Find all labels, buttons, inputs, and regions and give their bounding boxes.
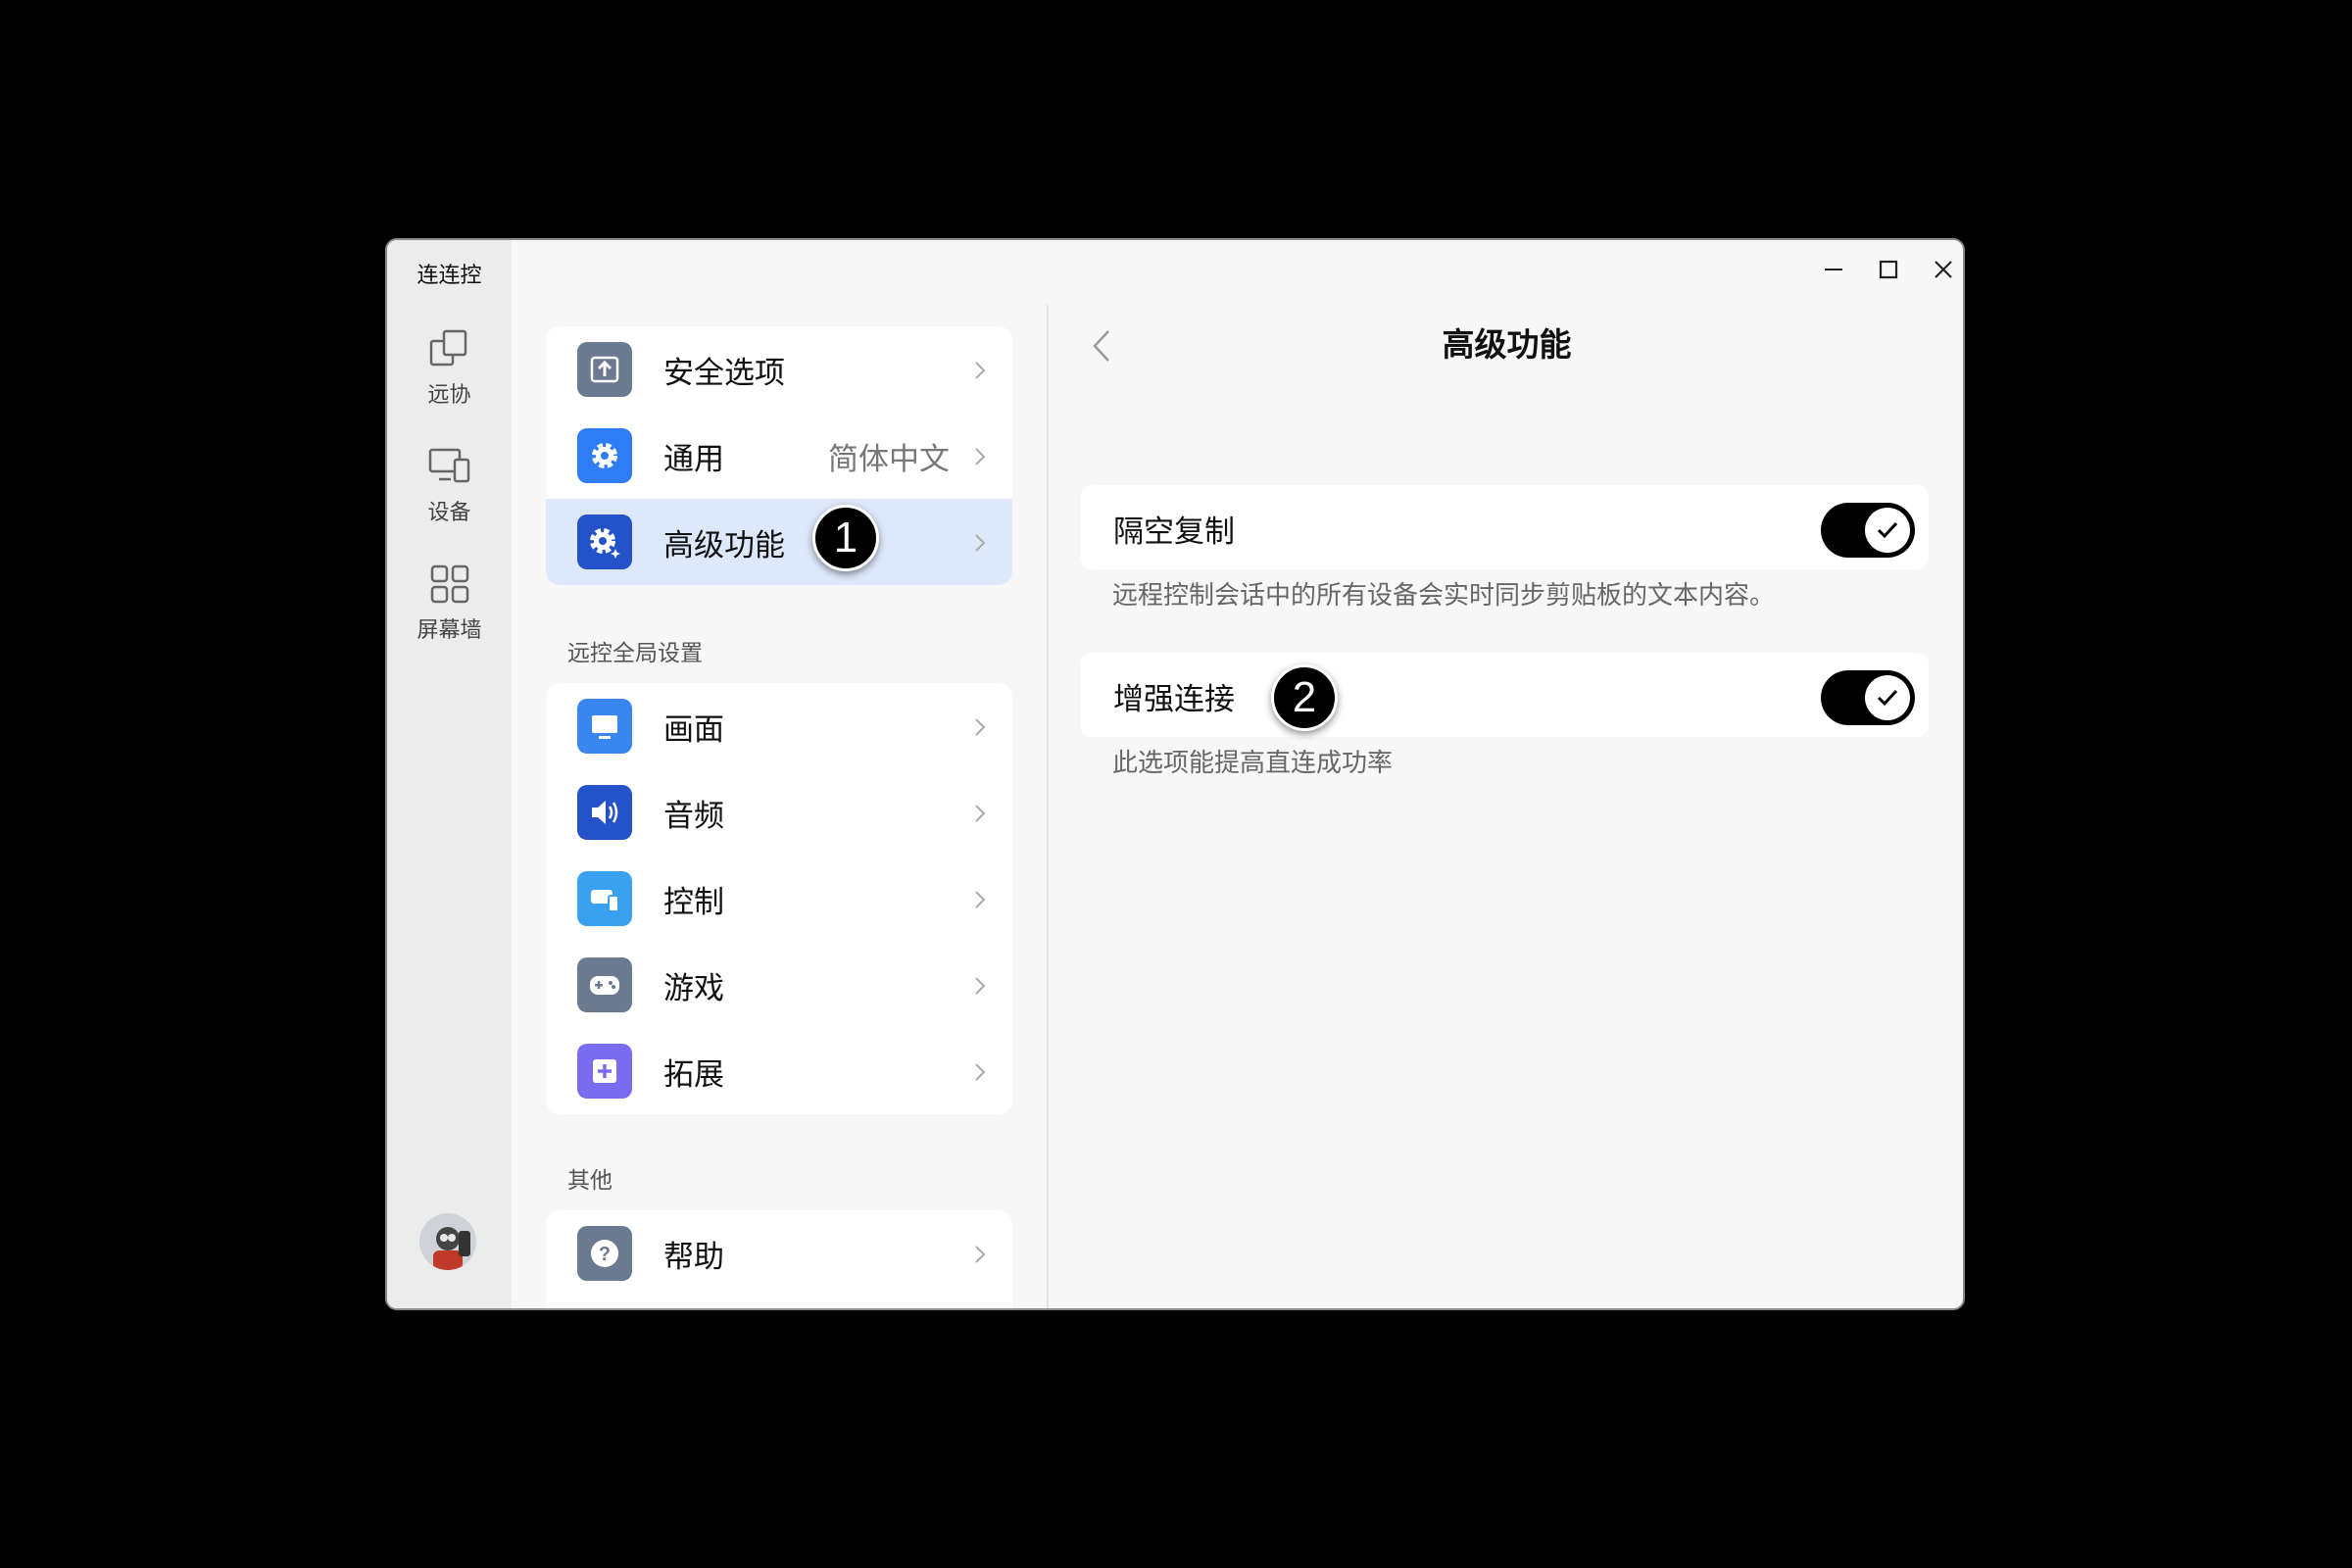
monitor-icon [577, 699, 632, 754]
setting-description: 远程控制会话中的所有设备会实时同步剪贴板的文本内容。 [1112, 581, 1776, 611]
setting-clipboard-sync: 隔空复制 [1080, 485, 1929, 569]
chevron-right-icon [975, 448, 986, 466]
menu-item-label: 音频 [663, 798, 724, 834]
chevron-right-icon [975, 1063, 986, 1081]
page-title: 高级功能 [1442, 325, 1572, 364]
menu-item-label: 高级功能 [663, 527, 785, 564]
menu-item-label: 通用 [663, 441, 724, 477]
menu-item-display[interactable]: 画面 [546, 683, 1012, 769]
setting-enhanced-connection: 增强连接 [1080, 653, 1929, 737]
chevron-right-icon [975, 718, 986, 736]
app-window: 连连控 远协 设备 屏幕墙 安全选项 通用 简体中文 高级功能 远控全局设置 画… [385, 238, 1965, 1310]
grid-icon [430, 564, 468, 604]
minimize-button[interactable] [1814, 250, 1853, 289]
annotation-badge-1: 1 [812, 505, 879, 571]
menu-card-other: ? 帮助 [546, 1210, 1012, 1308]
column-divider [1047, 305, 1049, 1308]
menu-item-audio[interactable]: 音频 [546, 769, 1012, 856]
svg-text:?: ? [599, 1244, 611, 1265]
rail-item-screen-wall[interactable]: 屏幕墙 [387, 562, 512, 644]
rail-item-label: 设备 [427, 501, 471, 525]
chevron-right-icon [975, 362, 986, 379]
menu-item-advanced[interactable]: 高级功能 [546, 499, 1012, 585]
remote-assist-icon [429, 329, 466, 367]
section-header-global: 远控全局设置 [567, 641, 703, 666]
menu-item-label: 拓展 [663, 1056, 724, 1093]
menu-item-control[interactable]: 控制 [546, 856, 1012, 942]
security-upload-icon [577, 342, 632, 397]
menu-item-label: 画面 [663, 711, 724, 748]
menu-card-top: 安全选项 通用 简体中文 高级功能 [546, 326, 1012, 585]
clipboard-sync-toggle[interactable] [1821, 503, 1915, 558]
annotation-badge-2: 2 [1271, 664, 1338, 731]
menu-item-label: 游戏 [663, 970, 724, 1006]
menu-card-global: 画面 音频 控制 游戏 拓展 [546, 683, 1012, 1114]
gear-icon [577, 428, 632, 483]
setting-description: 此选项能提高直连成功率 [1112, 749, 1394, 778]
menu-item-label: 安全选项 [663, 355, 785, 391]
rail-item-remote-assist[interactable]: 远协 [387, 326, 512, 409]
language-value: 简体中文 [828, 441, 950, 477]
help-icon: ? [577, 1226, 632, 1281]
checkmark-icon [1877, 689, 1898, 707]
rail-item-label: 远协 [427, 383, 471, 408]
control-devices-icon [577, 871, 632, 926]
user-avatar-icon [419, 1213, 476, 1270]
chevron-right-icon [975, 534, 986, 552]
menu-item-general[interactable]: 通用 简体中文 [546, 413, 1012, 499]
chevron-right-icon [975, 1246, 986, 1263]
avatar[interactable] [419, 1213, 476, 1270]
devices-icon [428, 448, 469, 483]
minimize-icon [1825, 269, 1842, 270]
menu-item-extend[interactable]: 拓展 [546, 1028, 1012, 1114]
chevron-right-icon [975, 805, 986, 822]
menu-item-label: 控制 [663, 884, 724, 920]
enhanced-connection-toggle[interactable] [1821, 670, 1915, 725]
nav-rail: 连连控 远协 设备 屏幕墙 [387, 240, 512, 1308]
advanced-gear-icon [577, 514, 632, 569]
rail-item-devices[interactable]: 设备 [387, 444, 512, 526]
settings-menu: 安全选项 通用 简体中文 高级功能 远控全局设置 画面 音频 控制 游戏 拓展 … [512, 240, 1041, 1308]
app-title: 连连控 [416, 264, 482, 288]
gamepad-icon [577, 957, 632, 1012]
maximize-icon [1879, 260, 1898, 279]
menu-item-label: 帮助 [663, 1239, 724, 1275]
menu-item-security[interactable]: 安全选项 [546, 326, 1012, 413]
toggle-knob [1865, 508, 1910, 553]
toggle-knob [1865, 675, 1910, 720]
menu-item-game[interactable]: 游戏 [546, 942, 1012, 1028]
chevron-right-icon [975, 977, 986, 995]
rail-item-label: 屏幕墙 [416, 618, 482, 643]
maximize-button[interactable] [1869, 250, 1908, 289]
speaker-icon [577, 785, 632, 840]
section-header-other: 其他 [567, 1168, 612, 1194]
menu-item-help[interactable]: ? 帮助 [546, 1210, 1012, 1297]
plus-box-icon [577, 1044, 632, 1099]
setting-label: 增强连接 [1113, 682, 1235, 717]
setting-label: 隔空复制 [1113, 514, 1235, 550]
checkmark-icon [1877, 521, 1898, 539]
chevron-right-icon [975, 891, 986, 908]
close-icon [1935, 261, 1952, 278]
close-button[interactable] [1924, 250, 1963, 289]
